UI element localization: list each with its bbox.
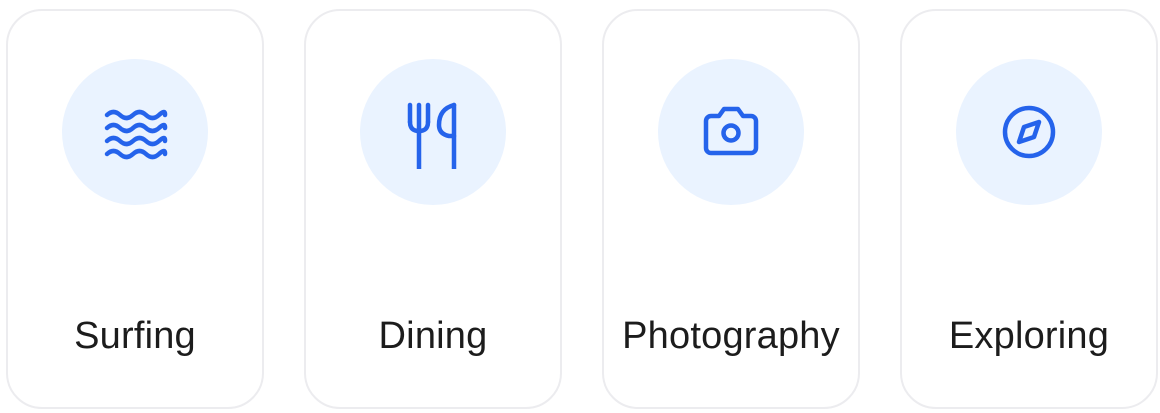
fork-knife-icon [407,102,457,169]
category-label: Photography [622,315,840,357]
icon-badge [62,59,208,205]
category-label: Exploring [948,315,1110,357]
category-label: Surfing [74,315,196,357]
compass-icon [1002,105,1056,159]
category-card-exploring[interactable]: Exploring [900,9,1158,409]
camera-icon [703,106,759,156]
icon-badge [956,59,1102,205]
category-label: Dining [378,315,488,357]
waves-icon [104,109,168,160]
category-card-surfing[interactable]: Surfing [6,9,264,409]
category-card-photography[interactable]: Photography [602,9,860,409]
icon-badge [360,59,506,205]
activity-category-grid: Surfing Dining Photography Exploring [0,0,1160,413]
category-card-dining[interactable]: Dining [304,9,562,409]
icon-badge [658,59,804,205]
